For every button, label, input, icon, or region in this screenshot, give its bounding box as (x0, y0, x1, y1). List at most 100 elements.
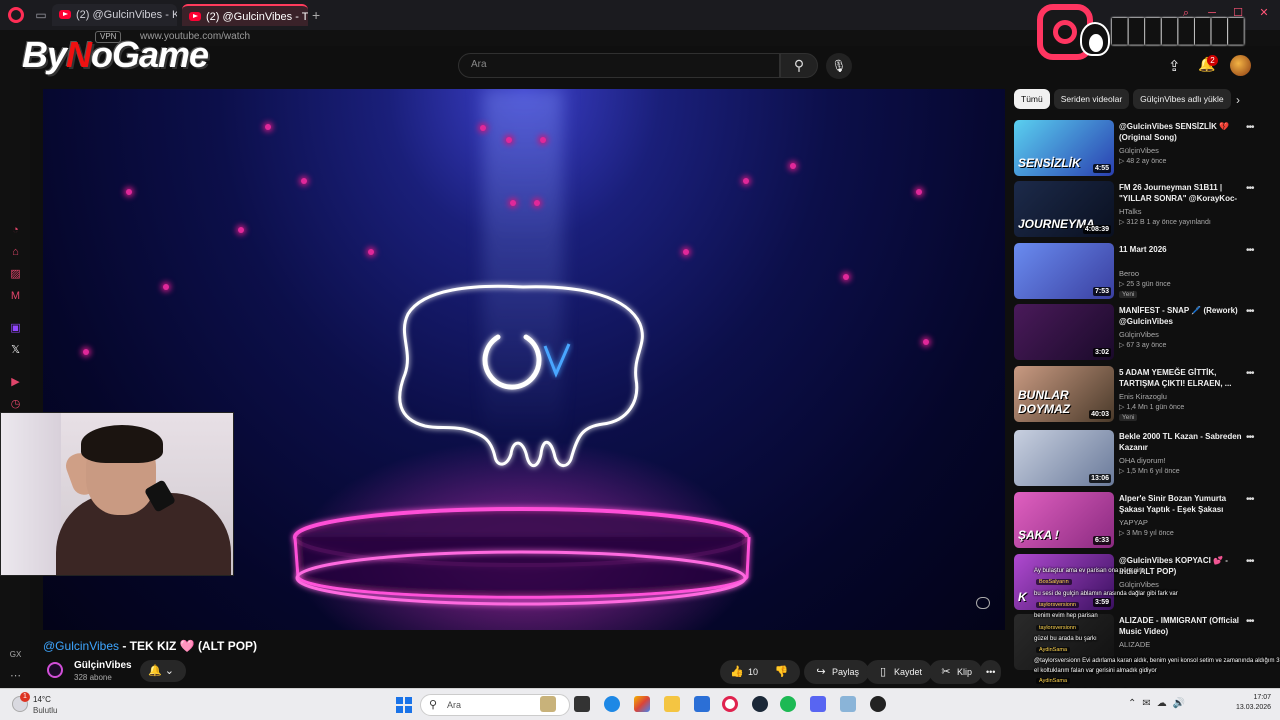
more-options-icon[interactable]: ••• (1246, 494, 1254, 505)
tab-list-icon[interactable]: ▭ (34, 8, 48, 22)
player-icon[interactable]: ▶ (9, 376, 22, 389)
weather-description[interactable]: Bulutlu (33, 706, 57, 715)
discord-icon[interactable] (810, 696, 826, 712)
more-options-icon[interactable]: ••• (1246, 432, 1254, 443)
recommendation-channel[interactable]: ALIZADE (1119, 640, 1150, 649)
recommendation-title[interactable]: Alper'e Sinir Bozan Yumurta Şakası Yaptı… (1119, 493, 1244, 515)
recommendation-item[interactable]: 7:53 11 Mart 2026 Beroo ▷ 25 3 gün önce Yeni… (1014, 243, 1270, 301)
task-view-icon[interactable] (574, 696, 590, 712)
chat-message: benim evim hep parisan (1034, 613, 1098, 620)
edge-icon[interactable] (604, 696, 620, 712)
more-options-icon[interactable]: ••• (1246, 183, 1254, 194)
thumbs-up-icon[interactable]: 👍 (730, 660, 744, 684)
messenger-icon[interactable]: M (9, 290, 22, 303)
close-icon[interactable]: ✕ (1258, 7, 1270, 19)
bell-icon: 🔔 (148, 665, 162, 677)
file-explorer-icon[interactable] (664, 696, 680, 712)
recommendation-channel[interactable]: GülçinVibes (1119, 146, 1159, 155)
recommendation-item[interactable]: SENSİZLİK 4:55 @GulcinVibes SENSİZLİK 💔 (O… (1014, 120, 1270, 178)
tab-kadin[interactable]: (2) @GulcinVibes - KADIN (52, 4, 177, 26)
recommendation-channel[interactable]: Enis Kirazoglu (1119, 392, 1167, 401)
network-app-icon[interactable] (840, 696, 856, 712)
history-icon[interactable]: ◷ (9, 398, 22, 411)
create-upload-icon[interactable]: ⇪ (1168, 57, 1181, 75)
video-thumbnail[interactable]: JOURNEYMA 4:08:39 (1014, 181, 1114, 237)
recommendation-item[interactable]: 13:06 Bekle 2000 TL Kazan - Sabreden Kaza… (1014, 430, 1270, 488)
miniplayer-icon[interactable] (976, 597, 990, 609)
video-thumbnail[interactable]: ŞAKA ! 6:33 (1014, 492, 1114, 548)
more-actions-button[interactable]: ••• (980, 660, 1002, 684)
recommendation-channel[interactable]: HTalks (1119, 207, 1142, 216)
new-tab-button[interactable]: + (312, 7, 320, 23)
like-dislike-button[interactable]: 👍 10 👎 (720, 660, 800, 684)
copilot-icon[interactable] (634, 696, 650, 712)
taskbar-app-icon[interactable] (540, 696, 556, 712)
more-options-icon[interactable]: ••• (1246, 616, 1254, 627)
chat-message: @taylorsversionn Evi adırlama karan aldı… (1034, 658, 1280, 665)
channel-name[interactable]: GülçinVibes (74, 660, 132, 671)
weather-temperature[interactable]: 14°C (33, 695, 51, 704)
speed-dial-icon[interactable]: ◔ (9, 224, 22, 237)
search-icon: ⚲ (793, 57, 805, 73)
spotify-icon[interactable] (780, 696, 796, 712)
recommendation-item[interactable]: ŞAKA ! 6:33 Alper'e Sinir Bozan Yumurta Şa… (1014, 492, 1270, 550)
recommendation-title[interactable]: Bekle 2000 TL Kazan - Sabreden Kazanır (1119, 431, 1244, 453)
recommendation-channel[interactable]: Beroo (1119, 269, 1139, 278)
steam-icon[interactable] (752, 696, 768, 712)
more-options-icon[interactable]: ••• (1246, 556, 1254, 567)
taskbar-clock[interactable]: 17:07 13.03.2026 (1236, 693, 1271, 713)
recommendation-title[interactable]: ALIZADE - IMMIGRANT (Official Music Vide… (1119, 615, 1244, 637)
mail-icon[interactable] (694, 696, 710, 712)
system-tray[interactable]: ⌃✉☁🔊 (1128, 698, 1191, 709)
share-button[interactable]: ↪ Paylaş (804, 660, 870, 684)
title-handle-link[interactable]: @GulcinVibes (43, 639, 119, 653)
video-thumbnail[interactable]: BUNLAR DOYMAZ 40:03 (1014, 366, 1114, 422)
recommendation-title[interactable]: 11 Mart 2026 (1119, 244, 1244, 255)
save-button[interactable]: ▯ Kaydet (866, 660, 933, 684)
clip-button[interactable]: ✂ Klip (929, 660, 983, 684)
video-thumbnail[interactable]: SENSİZLİK 4:55 (1014, 120, 1114, 176)
more-options-icon[interactable]: ••• (1246, 122, 1254, 133)
search-button[interactable]: ⚲ (780, 53, 818, 78)
recommendation-channel[interactable]: GülçinVibes (1119, 330, 1159, 339)
recommendation-title[interactable]: FM 26 Journeyman S1B11 | "YILLAR SONRA" … (1119, 182, 1244, 205)
youtube-favicon-icon (189, 12, 201, 21)
thumbs-down-icon[interactable]: 👎 (775, 660, 789, 684)
recommendation-channel[interactable]: OHA diyorum! (1119, 456, 1166, 465)
video-thumbnail[interactable]: 13:06 (1014, 430, 1114, 486)
search-input[interactable]: Ara (458, 53, 780, 78)
gx-icon[interactable]: GX (9, 648, 22, 661)
sidebar-more-icon[interactable]: ⋯ (9, 670, 22, 683)
video-thumbnail[interactable]: 7:53 (1014, 243, 1114, 299)
chip-channel-uploads[interactable]: GülçinVibes adlı yükle (1133, 89, 1231, 109)
subscribe-notification-button[interactable]: 🔔 ⌄ (140, 660, 186, 682)
x-icon[interactable]: 𝕏 (9, 344, 22, 357)
start-button[interactable] (396, 697, 412, 713)
recommendation-channel[interactable]: GülçinVibes (1119, 580, 1159, 589)
more-options-icon[interactable]: ••• (1246, 245, 1254, 256)
chip-all[interactable]: Tümü (1014, 89, 1050, 109)
chip-series[interactable]: Seriden videolar (1053, 89, 1130, 109)
channel-avatar[interactable] (47, 662, 63, 678)
voice-search-mic-icon[interactable]: 🎙 (826, 53, 852, 79)
obs-icon[interactable] (870, 696, 886, 712)
shopping-icon[interactable]: ⌂ (9, 246, 22, 259)
opera-logo-icon[interactable] (8, 7, 24, 23)
more-options-icon[interactable]: ••• (1246, 368, 1254, 379)
recommendation-title[interactable]: @GulcinVibes SENSİZLİK 💔 (Original Song) (1119, 121, 1244, 143)
recommendation-item[interactable]: 3:02 MANİFEST - SNAP 🖊️ (Rework) @GulcinV… (1014, 304, 1270, 362)
chevron-right-icon[interactable]: › (1236, 93, 1240, 107)
recommendation-item[interactable]: BUNLAR DOYMAZ 40:03 5 ADAM YEMEĞE GİTTİK, … (1014, 366, 1270, 424)
tab-tek-kiz-active[interactable]: (2) @GulcinVibes - TEK KIZ (182, 4, 308, 26)
recommendation-item[interactable]: JOURNEYMA 4:08:39 FM 26 Journeyman S1B11 |… (1014, 181, 1270, 239)
video-thumbnail[interactable]: 3:02 (1014, 304, 1114, 360)
recommendation-title[interactable]: 5 ADAM YEMEĞE GİTTİK, TARTIŞMA ÇIKTI! EL… (1119, 367, 1244, 389)
wallet-icon[interactable]: ▨ (9, 268, 22, 281)
recommendation-title[interactable]: MANİFEST - SNAP 🖊️ (Rework) @GulcinVibes (1119, 305, 1244, 327)
more-options-icon[interactable]: ••• (1246, 306, 1254, 317)
video-duration: 4:08:39 (1082, 225, 1111, 234)
twitch-icon[interactable]: ▣ (9, 322, 22, 335)
account-avatar[interactable] (1230, 55, 1251, 76)
opera-gx-icon[interactable] (722, 696, 738, 712)
recommendation-channel[interactable]: YAPYAP (1119, 518, 1148, 527)
